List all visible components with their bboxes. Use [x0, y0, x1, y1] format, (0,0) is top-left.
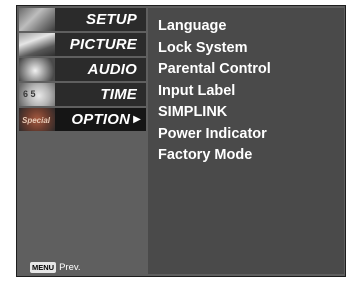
menu-item-lock-system[interactable]: Lock System — [158, 38, 344, 60]
option-menu-list: Language Lock System Parental Control In… — [148, 8, 344, 167]
footer-hint: MENU Prev. — [30, 262, 81, 273]
special-text: Special — [22, 116, 51, 125]
clock-digits: 6 5 — [23, 89, 36, 99]
tab-audio-label: AUDIO — [87, 61, 137, 78]
tab-audio[interactable]: AUDIO — [19, 58, 146, 81]
tab-time-label: TIME — [100, 86, 137, 103]
speaker-icon — [19, 58, 55, 81]
menu-item-factory-mode[interactable]: Factory Mode — [158, 145, 344, 167]
satellite-dish-icon — [19, 8, 55, 31]
tab-option[interactable]: Special OPTION ▶ — [19, 108, 146, 131]
tab-picture-label: PICTURE — [69, 36, 137, 53]
menu-item-power-indicator[interactable]: Power Indicator — [158, 124, 344, 146]
tab-setup[interactable]: SETUP — [19, 8, 146, 31]
tab-time[interactable]: 6 5 TIME — [19, 83, 146, 106]
tab-option-text: OPTION — [71, 111, 131, 128]
prev-label: Prev. — [59, 262, 81, 273]
menu-button-icon[interactable]: MENU — [30, 262, 57, 273]
tab-setup-label: SETUP — [85, 11, 137, 28]
menu-item-parental-control[interactable]: Parental Control — [158, 59, 344, 81]
special-icon: Special — [19, 108, 55, 131]
right-arrow-icon: ▶ — [133, 114, 141, 125]
osd-menu-window: SETUP PICTURE AUDIO 6 5 TIME Special OPT… — [16, 5, 346, 277]
clock-icon: 6 5 — [19, 83, 55, 106]
film-strip-icon — [19, 33, 55, 56]
menu-item-language[interactable]: Language — [158, 16, 344, 38]
option-menu-panel: Language Lock System Parental Control In… — [148, 8, 344, 274]
menu-item-input-label[interactable]: Input Label — [158, 81, 344, 103]
category-tabs: SETUP PICTURE AUDIO 6 5 TIME Special OPT… — [19, 8, 146, 133]
tab-option-label: OPTION ▶ — [71, 111, 141, 128]
menu-item-simplink[interactable]: SIMPLINK — [158, 102, 344, 124]
tab-picture[interactable]: PICTURE — [19, 33, 146, 56]
